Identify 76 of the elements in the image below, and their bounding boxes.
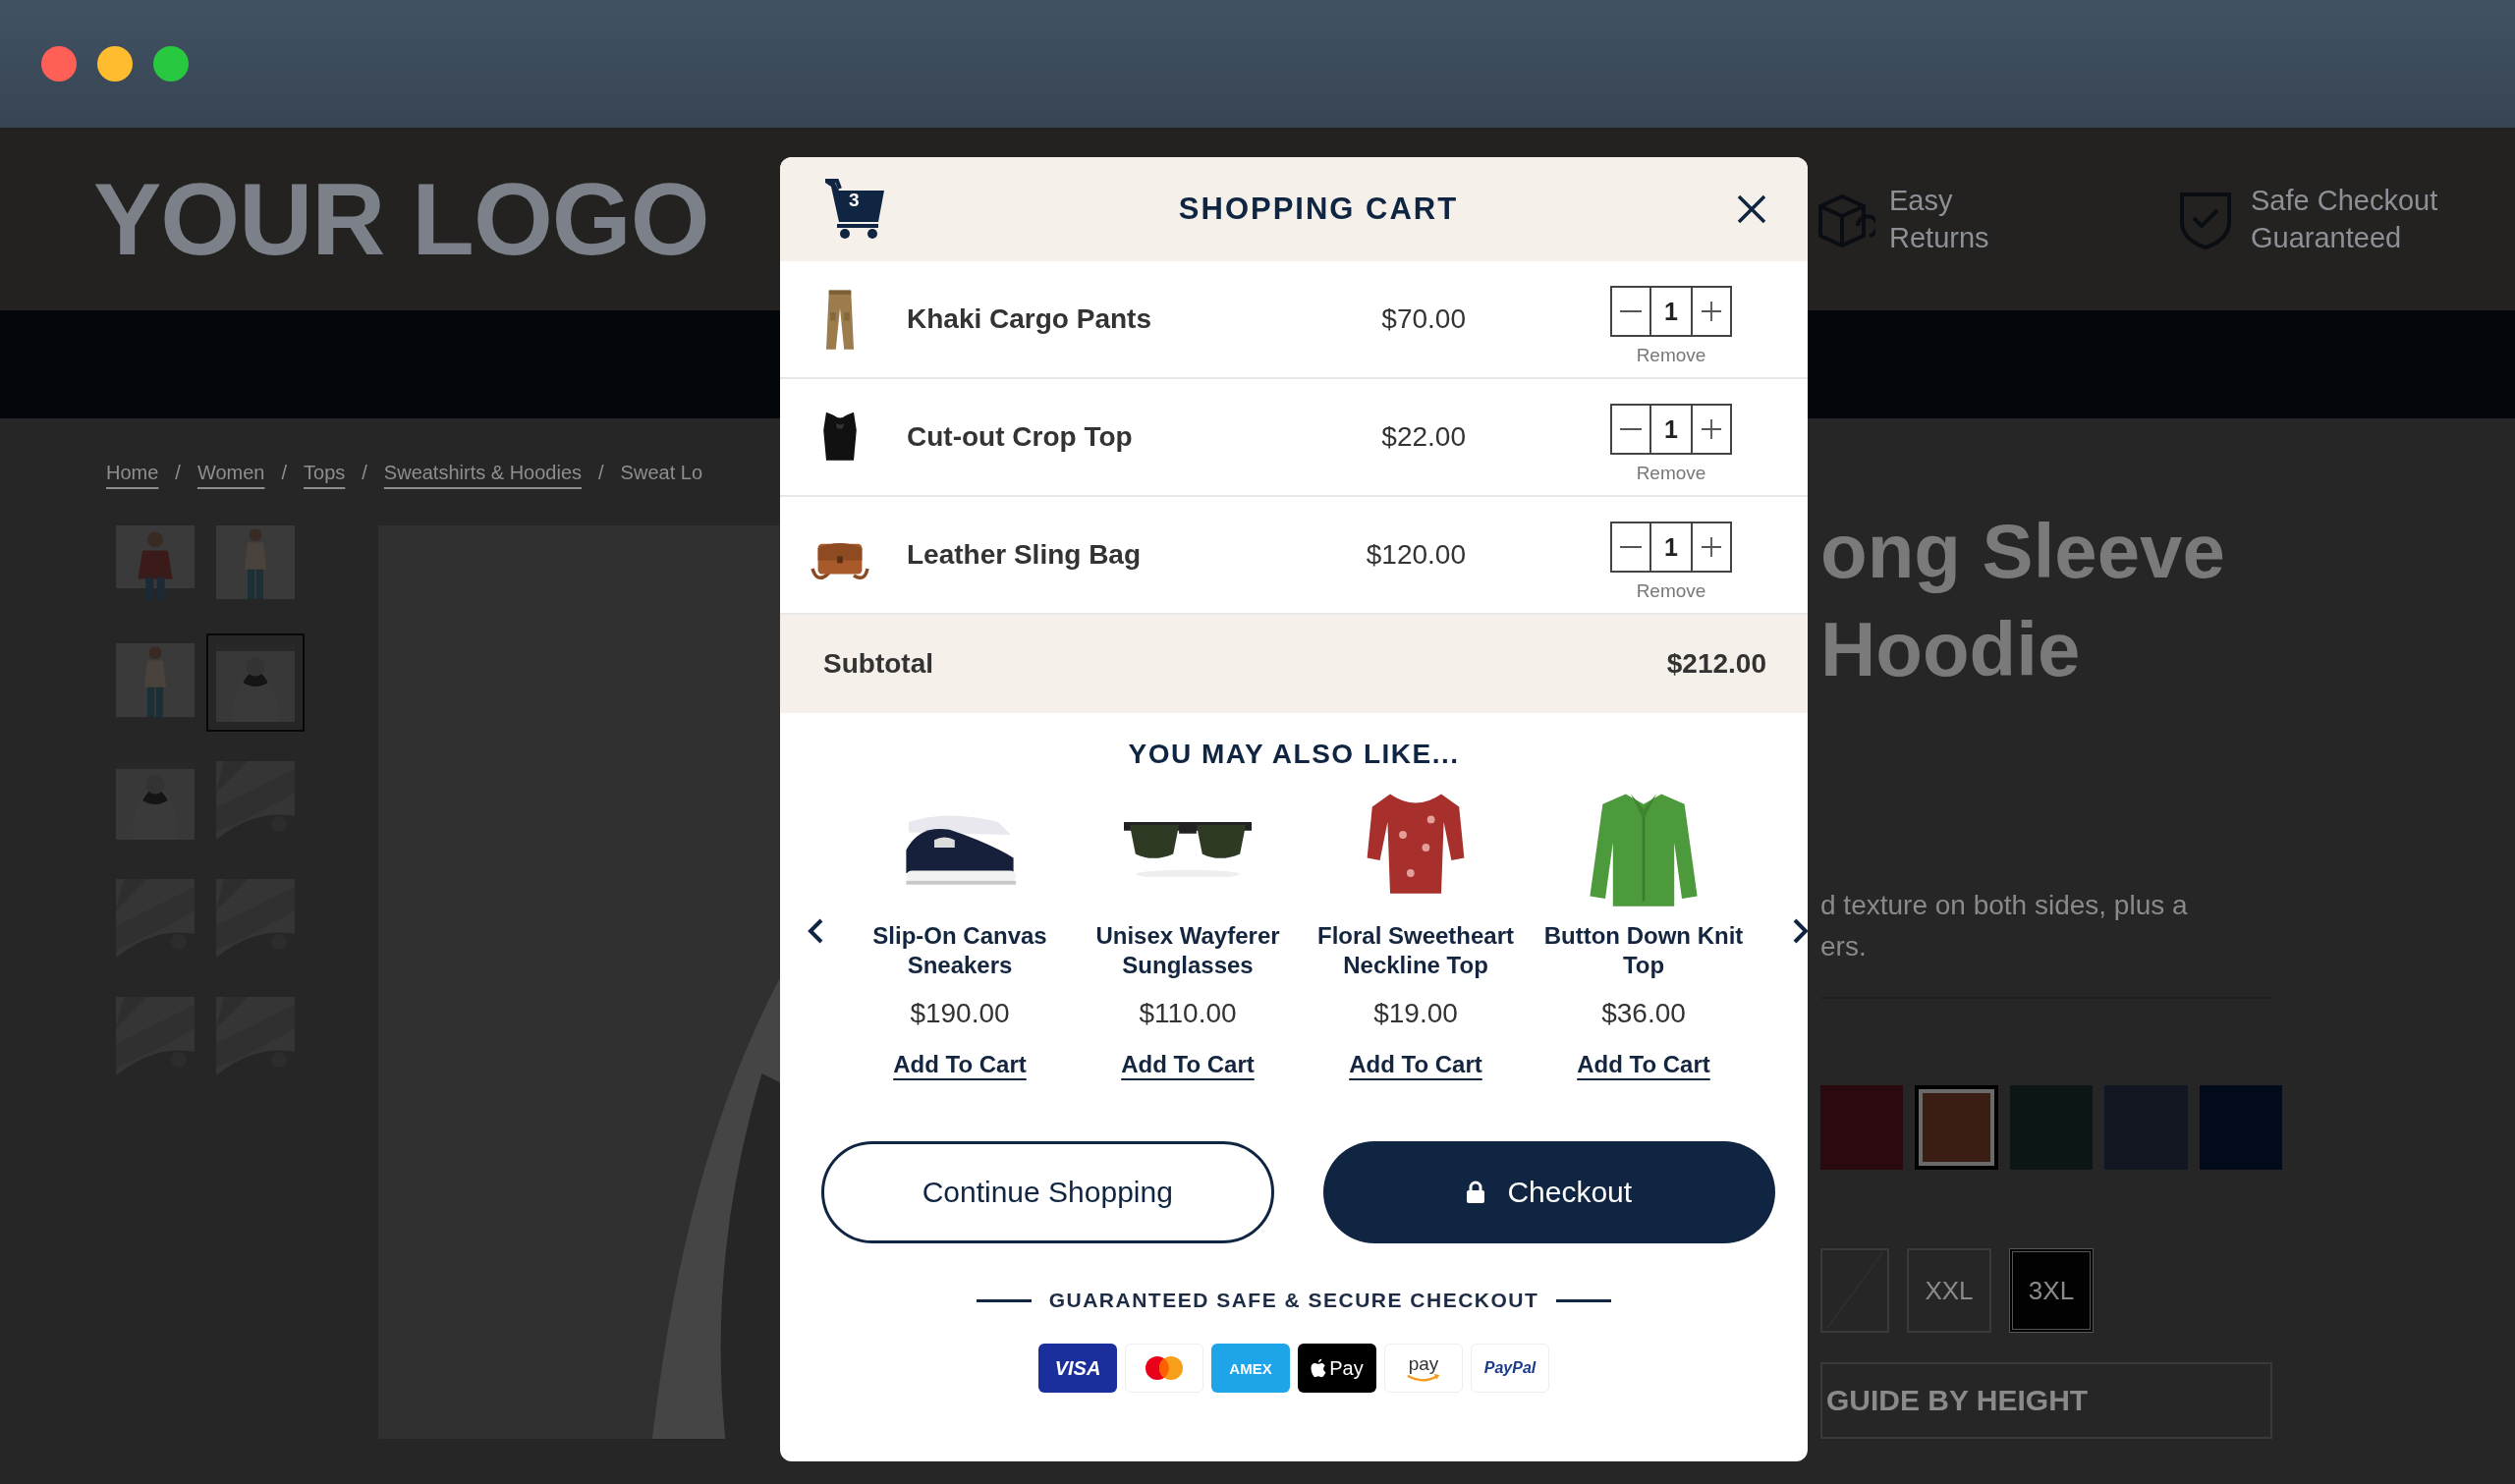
apple-icon [1311,1358,1327,1378]
product-name: Slip-On Canvas Sneakers [871,921,1048,980]
size-option[interactable]: XXL [1907,1248,1991,1333]
continue-shopping-button[interactable]: Continue Shopping [821,1141,1274,1243]
perk-text: Easy Returns [1889,184,1990,255]
remove-link[interactable]: Remove [1636,463,1706,484]
add-to-cart-link[interactable]: Add To Cart [1577,1051,1710,1078]
chevron-right-icon [1793,918,1808,944]
product-price: $190.00 [910,998,1010,1029]
checkout-button[interactable]: Checkout [1322,1141,1775,1243]
close-icon [1737,194,1766,224]
perk-text: Safe Checkout Guaranteed [2251,184,2439,255]
cart-title: SHOPPING CART [1177,192,1460,227]
product-name: Unisex Wayferer Sunglasses [1094,921,1281,980]
subtotal-label: Subtotal [823,648,933,680]
mastercard-icon [1145,1355,1184,1381]
close-button[interactable] [1737,194,1766,224]
cart-count: 3 [849,190,860,211]
plus-icon [1701,418,1722,440]
amex-logo: AMEX [1211,1344,1290,1393]
remove-link[interactable]: Remove [1636,580,1706,602]
breadcrumb-separator: / [362,462,367,485]
visa-logo: VISA [1038,1344,1117,1393]
breadcrumb-separator: / [281,462,288,485]
subtotal-value: $212.00 [1666,648,1766,680]
breadcrumb-link[interactable]: Tops [304,462,346,501]
previous-button[interactable] [808,918,823,944]
paypal-logo: PayPal [1471,1344,1549,1393]
plus-icon [1701,536,1722,558]
minimize-window-button[interactable] [97,46,133,82]
color-swatch[interactable] [2009,1085,2094,1170]
product-title: Hoodie [1820,605,2082,694]
add-to-cart-link[interactable]: Add To Cart [1121,1051,1255,1078]
minus-icon [1620,428,1642,430]
cart-icon [823,179,886,240]
item-price: $70.00 [1381,303,1466,335]
product-title: ong Sleeve [1820,507,2226,596]
amazon-pay-text: pay [1408,1353,1439,1374]
add-to-cart-link[interactable]: Add To Cart [893,1051,1027,1078]
product-name: Button Down Knit Top [1542,921,1745,980]
description-text: d texture on both sides, plus a [1820,889,2189,922]
lock-icon [1466,1181,1486,1204]
add-to-cart-link[interactable]: Add To Cart [1349,1051,1482,1078]
zoom-window-button[interactable] [153,46,189,82]
plus-icon [1701,301,1722,322]
item-name: Leather Sling Bag [907,539,1143,571]
close-window-button[interactable] [41,46,77,82]
product-price: $110.00 [1139,998,1237,1029]
product-price: $19.00 [1373,998,1458,1029]
next-button[interactable] [1793,918,1808,944]
smile-arrow-icon [1407,1373,1440,1383]
breadcrumb-link[interactable]: Women [196,462,265,501]
product-price: $36.00 [1601,998,1686,1029]
section-title: YOU MAY ALSO LIKE... [1127,739,1461,770]
secure-checkout-text: GUARANTEED SAFE & SECURE CHECKOUT [1048,1289,1539,1312]
breadcrumb-separator: / [175,462,181,485]
breadcrumb-separator: / [598,462,604,485]
color-swatch[interactable] [1820,1085,1904,1170]
color-swatch[interactable] [2199,1085,2282,1170]
size-guide-button[interactable]: GUIDE BY HEIGHT [1820,1362,2272,1439]
breadcrumb-link[interactable]: Home [106,462,159,501]
apple-pay-text: Pay [1329,1356,1364,1380]
item-name: Cut-out Crop Top [907,421,1134,453]
size-option[interactable]: 3XL [2009,1248,2094,1333]
breadcrumb-current: Sweat Lo [620,462,702,485]
item-price: $22.00 [1381,421,1466,453]
breadcrumb-link[interactable]: Sweatshirts & Hoodies [383,462,583,501]
description-text: ers. [1820,930,1868,963]
item-name: Khaki Cargo Pants [907,303,1152,335]
item-price: $120.00 [1366,539,1466,571]
color-swatch[interactable] [1915,1085,1998,1170]
chevron-left-icon [808,918,823,944]
remove-link[interactable]: Remove [1636,345,1706,366]
thumbnail[interactable] [206,633,305,732]
minus-icon [1620,546,1642,548]
product-name: Floral Sweetheart Neckline Top [1315,921,1516,980]
